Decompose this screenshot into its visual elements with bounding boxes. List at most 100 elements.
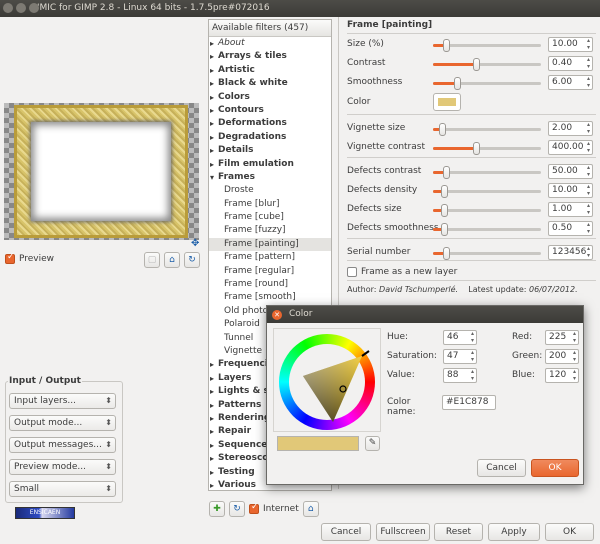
close-icon[interactable]: ✕ [272, 310, 282, 320]
preview-toggle[interactable]: Preview [5, 252, 54, 265]
param-spinbox[interactable]: 123456 [548, 245, 593, 260]
slider-handle[interactable] [473, 58, 481, 71]
undo-preview-button[interactable]: ▢ [144, 252, 160, 268]
filter-item[interactable]: Frame [painting] [209, 237, 331, 252]
output-messages-combo[interactable]: Output messages... [9, 437, 116, 453]
green-spinbox[interactable]: 200 [545, 349, 579, 364]
preview-size-combo[interactable]: Small [9, 481, 116, 497]
param-spinbox[interactable]: 10.00 [548, 37, 593, 52]
value-triangle[interactable] [279, 334, 375, 430]
slider-handle[interactable] [473, 142, 481, 155]
param-spinbox[interactable]: 10.00 [548, 183, 593, 198]
color-dialog: ✕ Color ✎ Hue: 46 ▴ ▾ Saturation: 47 ▴ ▾… [266, 305, 584, 485]
filter-item[interactable]: Frame [fuzzy] [209, 224, 331, 237]
refresh-filters-icon[interactable]: ↻ [229, 501, 245, 517]
param-slider[interactable] [433, 142, 541, 155]
filter-category[interactable]: Black & white [209, 77, 331, 91]
output-mode-combo[interactable]: Output mode... [9, 415, 116, 431]
filter-category[interactable]: Deformations [209, 117, 331, 131]
param-spinbox[interactable]: 6.00 [548, 75, 593, 90]
move-icon[interactable]: ✥ [191, 238, 199, 249]
filter-item[interactable]: Frame [smooth] [209, 291, 331, 304]
param-slider[interactable] [433, 77, 541, 90]
close-window-button[interactable] [3, 3, 13, 13]
hue-spinbox[interactable]: 46 [443, 330, 477, 345]
slider-handle[interactable] [438, 123, 446, 136]
slider-handle[interactable] [440, 223, 448, 236]
red-spinbox[interactable]: 225 [545, 330, 579, 345]
internet-checkbox[interactable] [249, 502, 259, 514]
input-layers-combo[interactable]: Input layers... [9, 393, 116, 409]
slider-handle[interactable] [442, 247, 450, 260]
color-button[interactable] [433, 93, 461, 111]
filter-category[interactable]: Contours [209, 104, 331, 118]
filter-item[interactable]: Frame [blur] [209, 198, 331, 211]
hue-label: Hue: [387, 332, 409, 342]
gmic-logo[interactable]: ENSICAEN [15, 507, 75, 519]
param-slider[interactable] [433, 166, 541, 179]
refresh-preview-button[interactable]: ↻ [184, 252, 200, 268]
filter-item[interactable]: Frame [pattern] [209, 251, 331, 264]
filter-item[interactable]: Frame [cube] [209, 211, 331, 224]
param-spinbox[interactable]: 1.00 [548, 202, 593, 217]
filter-category[interactable]: Arrays & tiles [209, 50, 331, 64]
maximize-window-button[interactable] [29, 3, 39, 13]
param-spinbox[interactable]: 50.00 [548, 164, 593, 179]
logo-text: ENSICAEN [29, 509, 61, 516]
filter-category[interactable]: Details [209, 144, 331, 158]
preview-mode-combo[interactable]: Preview mode... [9, 459, 116, 475]
filter-item[interactable]: Frame [round] [209, 278, 331, 291]
param-slider[interactable] [433, 185, 541, 198]
filter-category[interactable]: Frames [209, 171, 331, 185]
param-slider[interactable] [433, 204, 541, 217]
minimize-window-button[interactable] [16, 3, 26, 13]
param-spinbox[interactable]: 0.50 [548, 221, 593, 236]
preview-frame [14, 105, 188, 238]
hue-marker[interactable] [361, 350, 370, 357]
param-slider[interactable] [433, 223, 541, 236]
filter-category[interactable]: Colors [209, 91, 331, 105]
saturation-spinbox[interactable]: 47 [443, 349, 477, 364]
eyedropper-icon[interactable]: ✎ [365, 436, 380, 451]
param-spinbox[interactable]: 2.00 [548, 121, 593, 136]
filter-category[interactable]: Degradations [209, 131, 331, 145]
slider-handle[interactable] [440, 204, 448, 217]
dialog-cancel-button[interactable]: Cancel [477, 459, 526, 477]
filter-category[interactable]: Artistic [209, 64, 331, 78]
ok-button[interactable]: OK [545, 523, 594, 541]
reset-button[interactable]: Reset [434, 523, 483, 541]
filter-item[interactable]: Frame [regular] [209, 265, 331, 278]
param-row: Size (%) 10.00 [347, 37, 597, 53]
param-slider[interactable] [433, 247, 541, 260]
blue-spinbox[interactable]: 120 [545, 368, 579, 383]
param-slider[interactable] [433, 58, 541, 71]
apply-button[interactable]: Apply [488, 523, 540, 541]
new-layer-toggle[interactable]: Frame as a new layer [347, 265, 597, 281]
value-spinbox[interactable]: 88 [443, 368, 477, 383]
cancel-button[interactable]: Cancel [321, 523, 371, 541]
color-name-input[interactable]: #E1C878 [442, 395, 496, 410]
preview-image[interactable] [4, 103, 199, 240]
color-swatch [438, 98, 456, 106]
home-icon[interactable]: ⌂ [302, 501, 319, 517]
slider-handle[interactable] [442, 39, 450, 52]
dialog-ok-button[interactable]: OK [531, 459, 579, 477]
filter-category[interactable]: Film emulation [209, 158, 331, 172]
fullscreen-button[interactable]: Fullscreen [376, 523, 430, 541]
filter-category[interactable]: About [209, 37, 331, 51]
param-label: Smoothness [347, 77, 403, 87]
slider-handle[interactable] [442, 166, 450, 179]
param-slider[interactable] [433, 123, 541, 136]
param-slider[interactable] [433, 39, 541, 52]
io-title: Input / Output [8, 376, 82, 386]
param-spinbox[interactable]: 0.40 [548, 56, 593, 71]
filter-item[interactable]: Droste [209, 184, 331, 197]
param-spinbox[interactable]: 400.00 [548, 140, 593, 155]
new-layer-checkbox[interactable] [347, 267, 357, 277]
slider-handle[interactable] [440, 185, 448, 198]
filters-header[interactable]: Available filters (457) [209, 20, 331, 37]
slider-handle[interactable] [453, 77, 461, 90]
preview-image-button[interactable]: ⌂ [164, 252, 180, 268]
preview-checkbox[interactable] [5, 252, 15, 264]
add-filter-icon[interactable]: ✚ [209, 501, 225, 517]
